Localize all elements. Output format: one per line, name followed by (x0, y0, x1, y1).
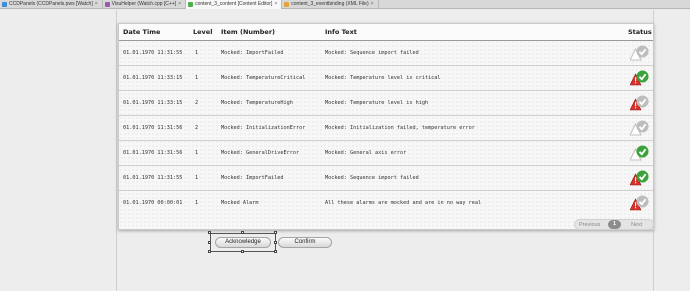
header-level[interactable]: Level (193, 28, 212, 36)
table-row[interactable]: 01.01.1970 00:00:01 1 Mocked Alarm All t… (119, 191, 653, 216)
tab-eventbinding[interactable]: content_3_eventbinding (XML File) × (282, 0, 379, 9)
close-icon[interactable]: × (371, 0, 374, 9)
resize-handle[interactable] (274, 241, 277, 244)
tab-label: content_3_content [Content Editor] (195, 1, 273, 7)
cell-level: 2 (195, 125, 199, 131)
table-row[interactable]: 01.01.1970 11:33:15 2 Mocked: Temperatur… (119, 91, 653, 116)
table-row[interactable]: 01.01.1970 11:31:55 1 Mocked: ImportFail… (119, 166, 653, 191)
cell-datetime: 01.01.1970 00:00:01 (123, 200, 183, 206)
resize-handle[interactable] (208, 241, 211, 244)
cell-datetime: 01.01.1970 11:31:55 (123, 175, 183, 181)
alarm-unacknowledged-icon (630, 195, 649, 211)
pagination: Previous 1 Next (574, 219, 654, 230)
cell-datetime: 01.01.1970 11:31:55 (123, 50, 183, 56)
current-page-indicator[interactable]: 1 (608, 220, 621, 229)
close-icon[interactable]: × (274, 0, 277, 9)
cell-item: Mocked: GeneralDriveError (221, 150, 300, 156)
table-row[interactable]: 01.01.1970 11:33:15 1 Mocked: Temperatur… (119, 66, 653, 91)
cell-info: Mocked: General axis error (325, 150, 407, 156)
cell-item: Mocked: ImportFailed (221, 175, 284, 181)
cell-item: Mocked: TemperatureCritical (221, 75, 306, 81)
header-date-time[interactable]: Date Time (123, 28, 160, 36)
alarm-inactive-acknowledged-icon (630, 145, 649, 161)
cell-item: Mocked: InitializationError (221, 125, 306, 131)
alarm-acknowledged-icon (630, 170, 649, 186)
cell-info: All these alarms are mocked and are in n… (325, 200, 482, 206)
cell-datetime: 01.01.1970 11:33:15 (123, 100, 183, 106)
header-status[interactable]: Status (628, 28, 652, 36)
next-page-button[interactable]: Next (631, 222, 642, 228)
tab-label: content_3_eventbinding (XML File) (291, 1, 369, 7)
resize-handle[interactable] (274, 250, 277, 253)
content-editor-icon (188, 2, 194, 7)
close-icon[interactable]: × (178, 0, 181, 9)
alarm-table[interactable]: Date Time Level Item (Number) Info Text … (118, 23, 654, 230)
cell-level: 1 (195, 200, 199, 206)
cell-info: Mocked: Temperature level is critical (325, 75, 441, 81)
close-icon[interactable]: × (95, 0, 98, 9)
cell-level: 1 (195, 175, 199, 181)
cell-info: Mocked: Sequence import failed (325, 175, 419, 181)
cell-datetime: 01.01.1970 11:31:56 (123, 125, 183, 131)
cell-item: Mocked: TemperatureHigh (221, 100, 293, 106)
tab-label: VisuHelper (Watch.cpp [C++] (111, 1, 177, 7)
tab-label: CCDPanels (CCDPanels.pws [Watch] (9, 1, 93, 7)
previous-page-button[interactable]: Previous (579, 222, 600, 228)
acknowledge-button[interactable]: Acknowledge (215, 237, 271, 248)
table-row[interactable]: 01.01.1970 11:31:56 2 Mocked: Initializa… (119, 116, 653, 141)
tab-content-editor[interactable]: content_3_content [Content Editor] × (186, 0, 283, 9)
alarm-acknowledged-icon (630, 70, 649, 86)
xml-file-icon (284, 2, 290, 7)
resize-handle[interactable] (208, 231, 211, 234)
alarm-unacknowledged-icon (630, 95, 649, 111)
table-header: Date Time Level Item (Number) Info Text … (119, 24, 653, 41)
panel-file-icon (2, 2, 7, 7)
resize-handle[interactable] (208, 250, 211, 253)
alarm-inactive-grey-icon (630, 120, 649, 136)
editor-tab-strip: CCDPanels (CCDPanels.pws [Watch] × VisuH… (0, 0, 690, 9)
header-item[interactable]: Item (Number) (221, 28, 275, 36)
cell-item: Mocked: ImportFailed (221, 50, 284, 56)
cell-info: Mocked: Sequence import failed (325, 50, 419, 56)
page-border-left (116, 10, 117, 291)
cell-datetime: 01.01.1970 11:33:15 (123, 75, 183, 81)
cell-item: Mocked Alarm (221, 200, 259, 206)
cell-level: 1 (195, 150, 199, 156)
cell-level: 1 (195, 75, 199, 81)
resize-handle[interactable] (241, 250, 244, 253)
tab-ccdpanels[interactable]: CCDPanels (CCDPanels.pws [Watch] × (0, 0, 103, 9)
cpp-file-icon (104, 2, 110, 7)
cell-datetime: 01.01.1970 11:31:56 (123, 150, 183, 156)
header-info-text[interactable]: Info Text (325, 28, 357, 36)
resize-handle[interactable] (274, 231, 277, 234)
confirm-button[interactable]: Confirm (278, 237, 332, 248)
cell-info: Mocked: Temperature level is high (325, 100, 429, 106)
table-row[interactable]: 01.01.1970 11:31:55 1 Mocked: ImportFail… (119, 41, 653, 66)
resize-handle[interactable] (241, 231, 244, 234)
alarm-inactive-grey-icon (630, 45, 649, 61)
cell-level: 1 (195, 50, 199, 56)
tab-visuhelper[interactable]: VisuHelper (Watch.cpp [C++] × (103, 0, 187, 9)
cell-level: 2 (195, 100, 199, 106)
table-row[interactable]: 01.01.1970 11:31:56 1 Mocked: GeneralDri… (119, 141, 653, 166)
cell-info: Mocked: Initialization failed, temperatu… (325, 125, 475, 131)
